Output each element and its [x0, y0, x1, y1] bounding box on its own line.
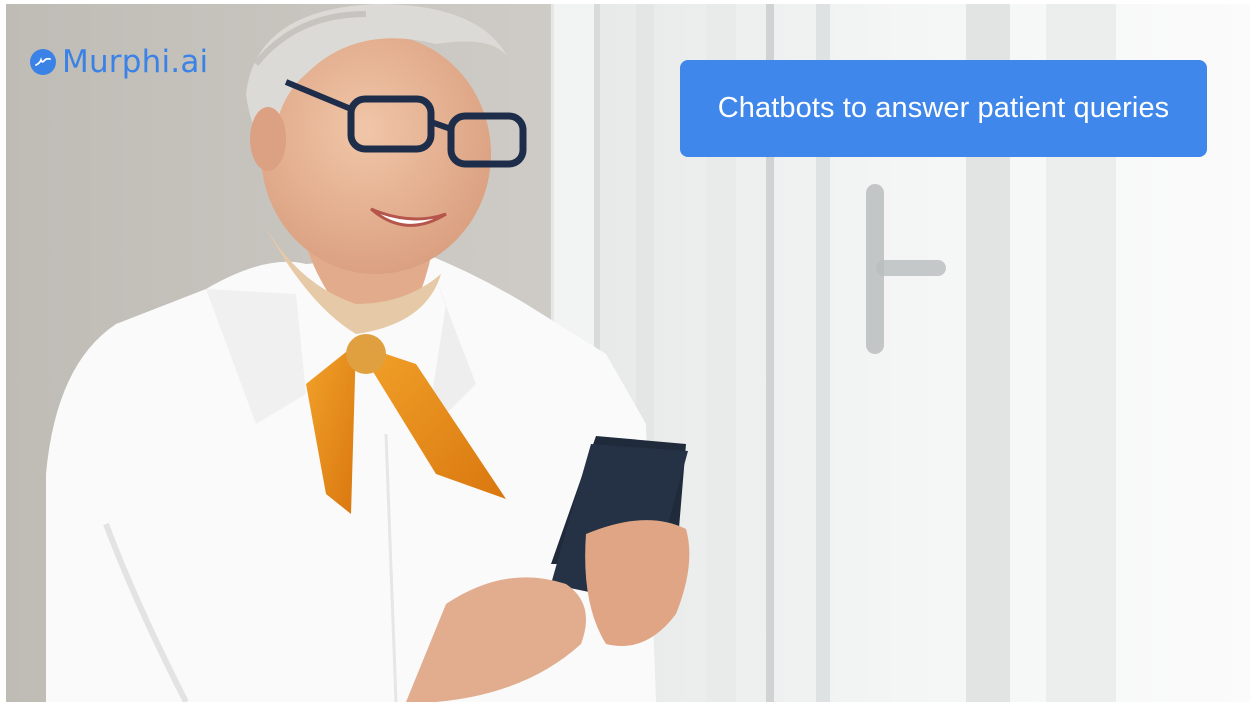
feature-callout: Chatbots to answer patient queries	[680, 60, 1207, 157]
banner-frame: Murphi.ai Chatbots to answer patient que…	[0, 0, 1253, 705]
brand-logo[interactable]: Murphi.ai	[30, 44, 208, 80]
brand-name: Murphi.ai	[62, 44, 209, 80]
murphi-logo-icon	[30, 49, 56, 75]
